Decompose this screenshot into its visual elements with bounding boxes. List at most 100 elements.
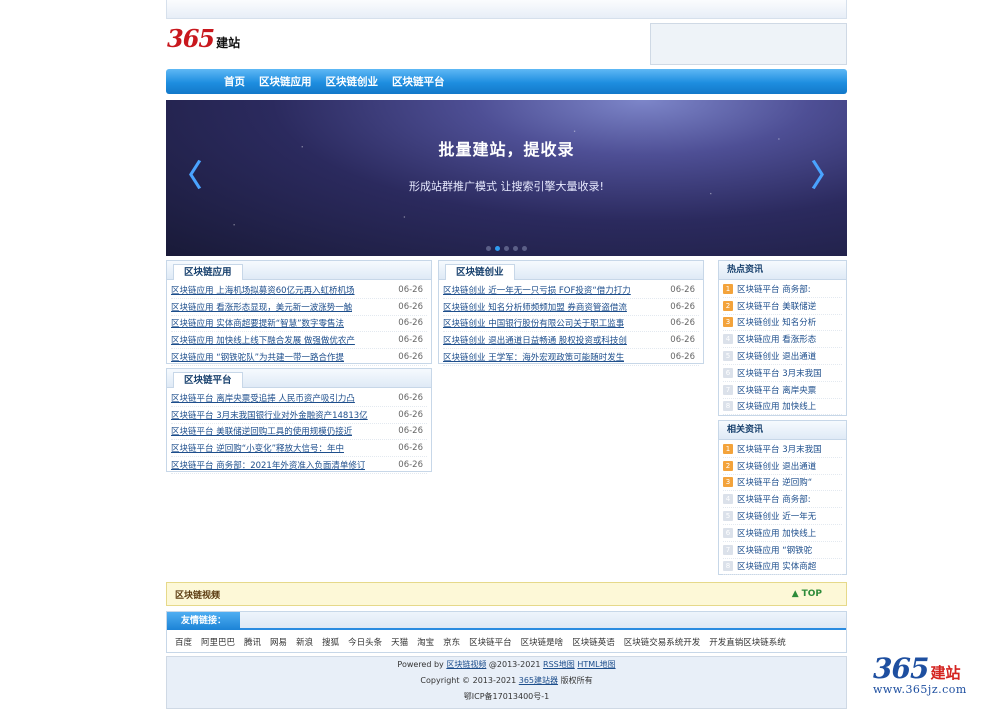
header-ad-placeholder [650,23,847,65]
friend-link[interactable]: 阿里巴巴 [201,636,235,648]
section-title[interactable]: 区块链平台 [173,372,243,388]
news-link[interactable]: 区块链平台 3月末我国银行业对外金融资产14813亿 [171,409,368,421]
news-date: 06-26 [398,460,423,471]
video-bar-title[interactable]: 区块链视频 [175,588,220,601]
powered-prefix: Powered by [397,660,444,669]
side-news-link[interactable]: 区块链创业 退出通道 [737,350,816,362]
banner-dot[interactable] [513,246,518,251]
friend-link[interactable]: 区块链是啥 [521,636,564,648]
side-news-item[interactable]: 3 区块链平台 逆回购“ [723,475,842,492]
news-link[interactable]: 区块链创业 退出通道日益畅通 股权投资或科技创 [443,334,627,346]
nav-item[interactable]: 区块链平台 [392,74,445,89]
side-news-item[interactable]: 4 区块链应用 看涨形态 [723,331,842,349]
friend-link[interactable]: 新浪 [296,636,313,648]
news-link[interactable]: 区块链平台 商务部：2021年外资准入负面清单修订 [171,459,365,471]
news-list: 区块链平台 离岸央票受追捧 人民币资产吸引力凸 06-26 区块链平台 3月末我国银… [167,388,431,474]
side-news-item[interactable]: 3 区块链创业 知名分析 [723,315,842,332]
section-header: 区块链应用 [167,261,431,280]
side-news-list: 1 区块链平台 商务部: 2 区块链平台 美联储逆 3 区块链创业 知名分析 4 区块链应用 … [719,280,846,416]
side-news-item[interactable]: 8 区块链应用 加快线上 [723,399,842,416]
side-news-link[interactable]: 区块链应用 看涨形态 [737,333,816,345]
side-news-item[interactable]: 7 区块链平台 离岸央票 [723,382,842,399]
side-news-item[interactable]: 7 区块链应用 “钢铁驼 [723,542,842,559]
news-link[interactable]: 区块链创业 知名分析师频频加盟 券商资管盗借流 [443,301,627,313]
news-link[interactable]: 区块链应用 看涨形态显现，美元新一波涨势一触 [171,301,352,313]
powered-link[interactable]: 区块链视频 [446,660,486,669]
news-link[interactable]: 区块链创业 王学军：海外宏观政策可能随时发生 [443,351,624,363]
friend-link[interactable]: 百度 [175,636,192,648]
section-header: 区块链平台 [167,369,431,388]
side-news-item[interactable]: 1 区块链平台 商务部: [723,281,842,298]
copyright-link[interactable]: 365建站器 [519,676,558,685]
news-link[interactable]: 区块链应用 上海机场拟募资60亿元再入虹桥机场 [171,284,355,296]
news-link[interactable]: 区块链平台 美联储逆回购工具的使用规模仍接近 [171,425,352,437]
news-link[interactable]: 区块链应用 加快线上线下融合发展 做强做优农产 [171,334,355,346]
friend-link[interactable]: 网易 [270,636,287,648]
side-news-link[interactable]: 区块链平台 逆回购“ [737,476,812,488]
news-date: 06-26 [398,352,423,363]
friend-link[interactable]: 区块链交易系统开发 [624,636,701,648]
site-logo[interactable]: 365 建站 [167,24,240,54]
side-news-link[interactable]: 区块链应用 “钢铁驼 [737,544,812,556]
section-title[interactable]: 区块链应用 [173,264,243,280]
banner-prev-arrow-icon[interactable]: 〈 [172,162,202,192]
friend-link[interactable]: 淘宝 [417,636,434,648]
side-news-link[interactable]: 区块链平台 3月末我国 [737,367,822,379]
news-link[interactable]: 区块链创业 中国银行股份有限公司关于职工监事 [443,317,624,329]
side-news-item[interactable]: 8 区块链应用 实体商超 [723,559,842,576]
nav-item[interactable]: 首页 [224,74,245,89]
rank-badge: 6 [723,367,733,378]
banner-dot[interactable] [504,246,509,251]
rank-badge: 6 [723,527,733,538]
side-news-link[interactable]: 区块链平台 3月末我国 [737,443,822,455]
news-link[interactable]: 区块链创业 近一年无一只亏损 FOF投资“借力打力 [443,284,631,296]
news-link[interactable]: 区块链平台 离岸央票受追捧 人民币资产吸引力凸 [171,392,355,404]
side-news-link[interactable]: 区块链应用 加快线上 [737,527,816,539]
back-to-top-button[interactable]: ▲ TOP [792,589,822,599]
section-title[interactable]: 区块链创业 [445,264,515,280]
footer-icp[interactable]: 鄂ICP备17013400号-1 [167,689,846,705]
nav-item[interactable]: 区块链应用 [259,74,312,89]
friend-link[interactable]: 搜狐 [322,636,339,648]
side-news-item[interactable]: 1 区块链平台 3月末我国 [723,441,842,458]
side-news-item[interactable]: 4 区块链平台 商务部: [723,491,842,509]
news-date: 06-26 [670,301,695,312]
friend-link[interactable]: 区块链平台 [469,636,512,648]
rank-badge: 5 [723,351,733,362]
side-news-item[interactable]: 5 区块链创业 近一年无 [723,508,842,525]
rank-badge: 1 [723,443,733,454]
friend-link[interactable]: 开发直销区块链系统 [709,636,786,648]
side-news-item[interactable]: 6 区块链应用 加快线上 [723,525,842,542]
banner-next-arrow-icon[interactable]: 〉 [811,162,841,192]
friend-link[interactable]: 京东 [443,636,460,648]
side-news-link[interactable]: 区块链平台 离岸央票 [737,384,816,396]
news-link[interactable]: 区块链应用 实体商超要提新“智慧”数字零售法 [171,317,344,329]
side-news-item[interactable]: 6 区块链平台 3月末我国 [723,365,842,382]
rank-badge: 5 [723,511,733,522]
friend-link[interactable]: 区块链英语 [572,636,615,648]
html-map-link[interactable]: HTML地图 [577,660,615,669]
news-link[interactable]: 区块链应用 “钢铁驼队”为共建一带一路合作提 [171,351,344,363]
rss-map-link[interactable]: RSS地图 [543,660,575,669]
friend-link[interactable]: 腾讯 [244,636,261,648]
side-news-link[interactable]: 区块链平台 美联储逆 [737,300,816,312]
side-news-link[interactable]: 区块链平台 商务部: [737,493,811,505]
side-news-link[interactable]: 区块链创业 退出通道 [737,460,816,472]
friend-link[interactable]: 今日头条 [348,636,382,648]
friend-link[interactable]: 天猫 [391,636,408,648]
powered-suffix: @2013-2021 [488,660,541,669]
nav-item[interactable]: 区块链创业 [326,74,379,89]
banner-dot[interactable] [486,246,491,251]
rank-badge: 2 [723,300,733,311]
side-news-link[interactable]: 区块链创业 知名分析 [737,316,816,328]
side-news-link[interactable]: 区块链创业 近一年无 [737,510,816,522]
side-news-item[interactable]: 5 区块链创业 退出通道 [723,348,842,365]
side-news-item[interactable]: 2 区块链平台 美联储逆 [723,298,842,315]
side-news-link[interactable]: 区块链应用 实体商超 [737,560,816,572]
banner-dot[interactable] [522,246,527,251]
side-news-item[interactable]: 2 区块链创业 退出通道 [723,458,842,475]
side-news-link[interactable]: 区块链应用 加快线上 [737,400,816,412]
side-news-link[interactable]: 区块链平台 商务部: [737,283,811,295]
news-link[interactable]: 区块链平台 逆回购“小变化”释放大信号：年中 [171,442,344,454]
banner-dot-active[interactable] [495,246,500,251]
